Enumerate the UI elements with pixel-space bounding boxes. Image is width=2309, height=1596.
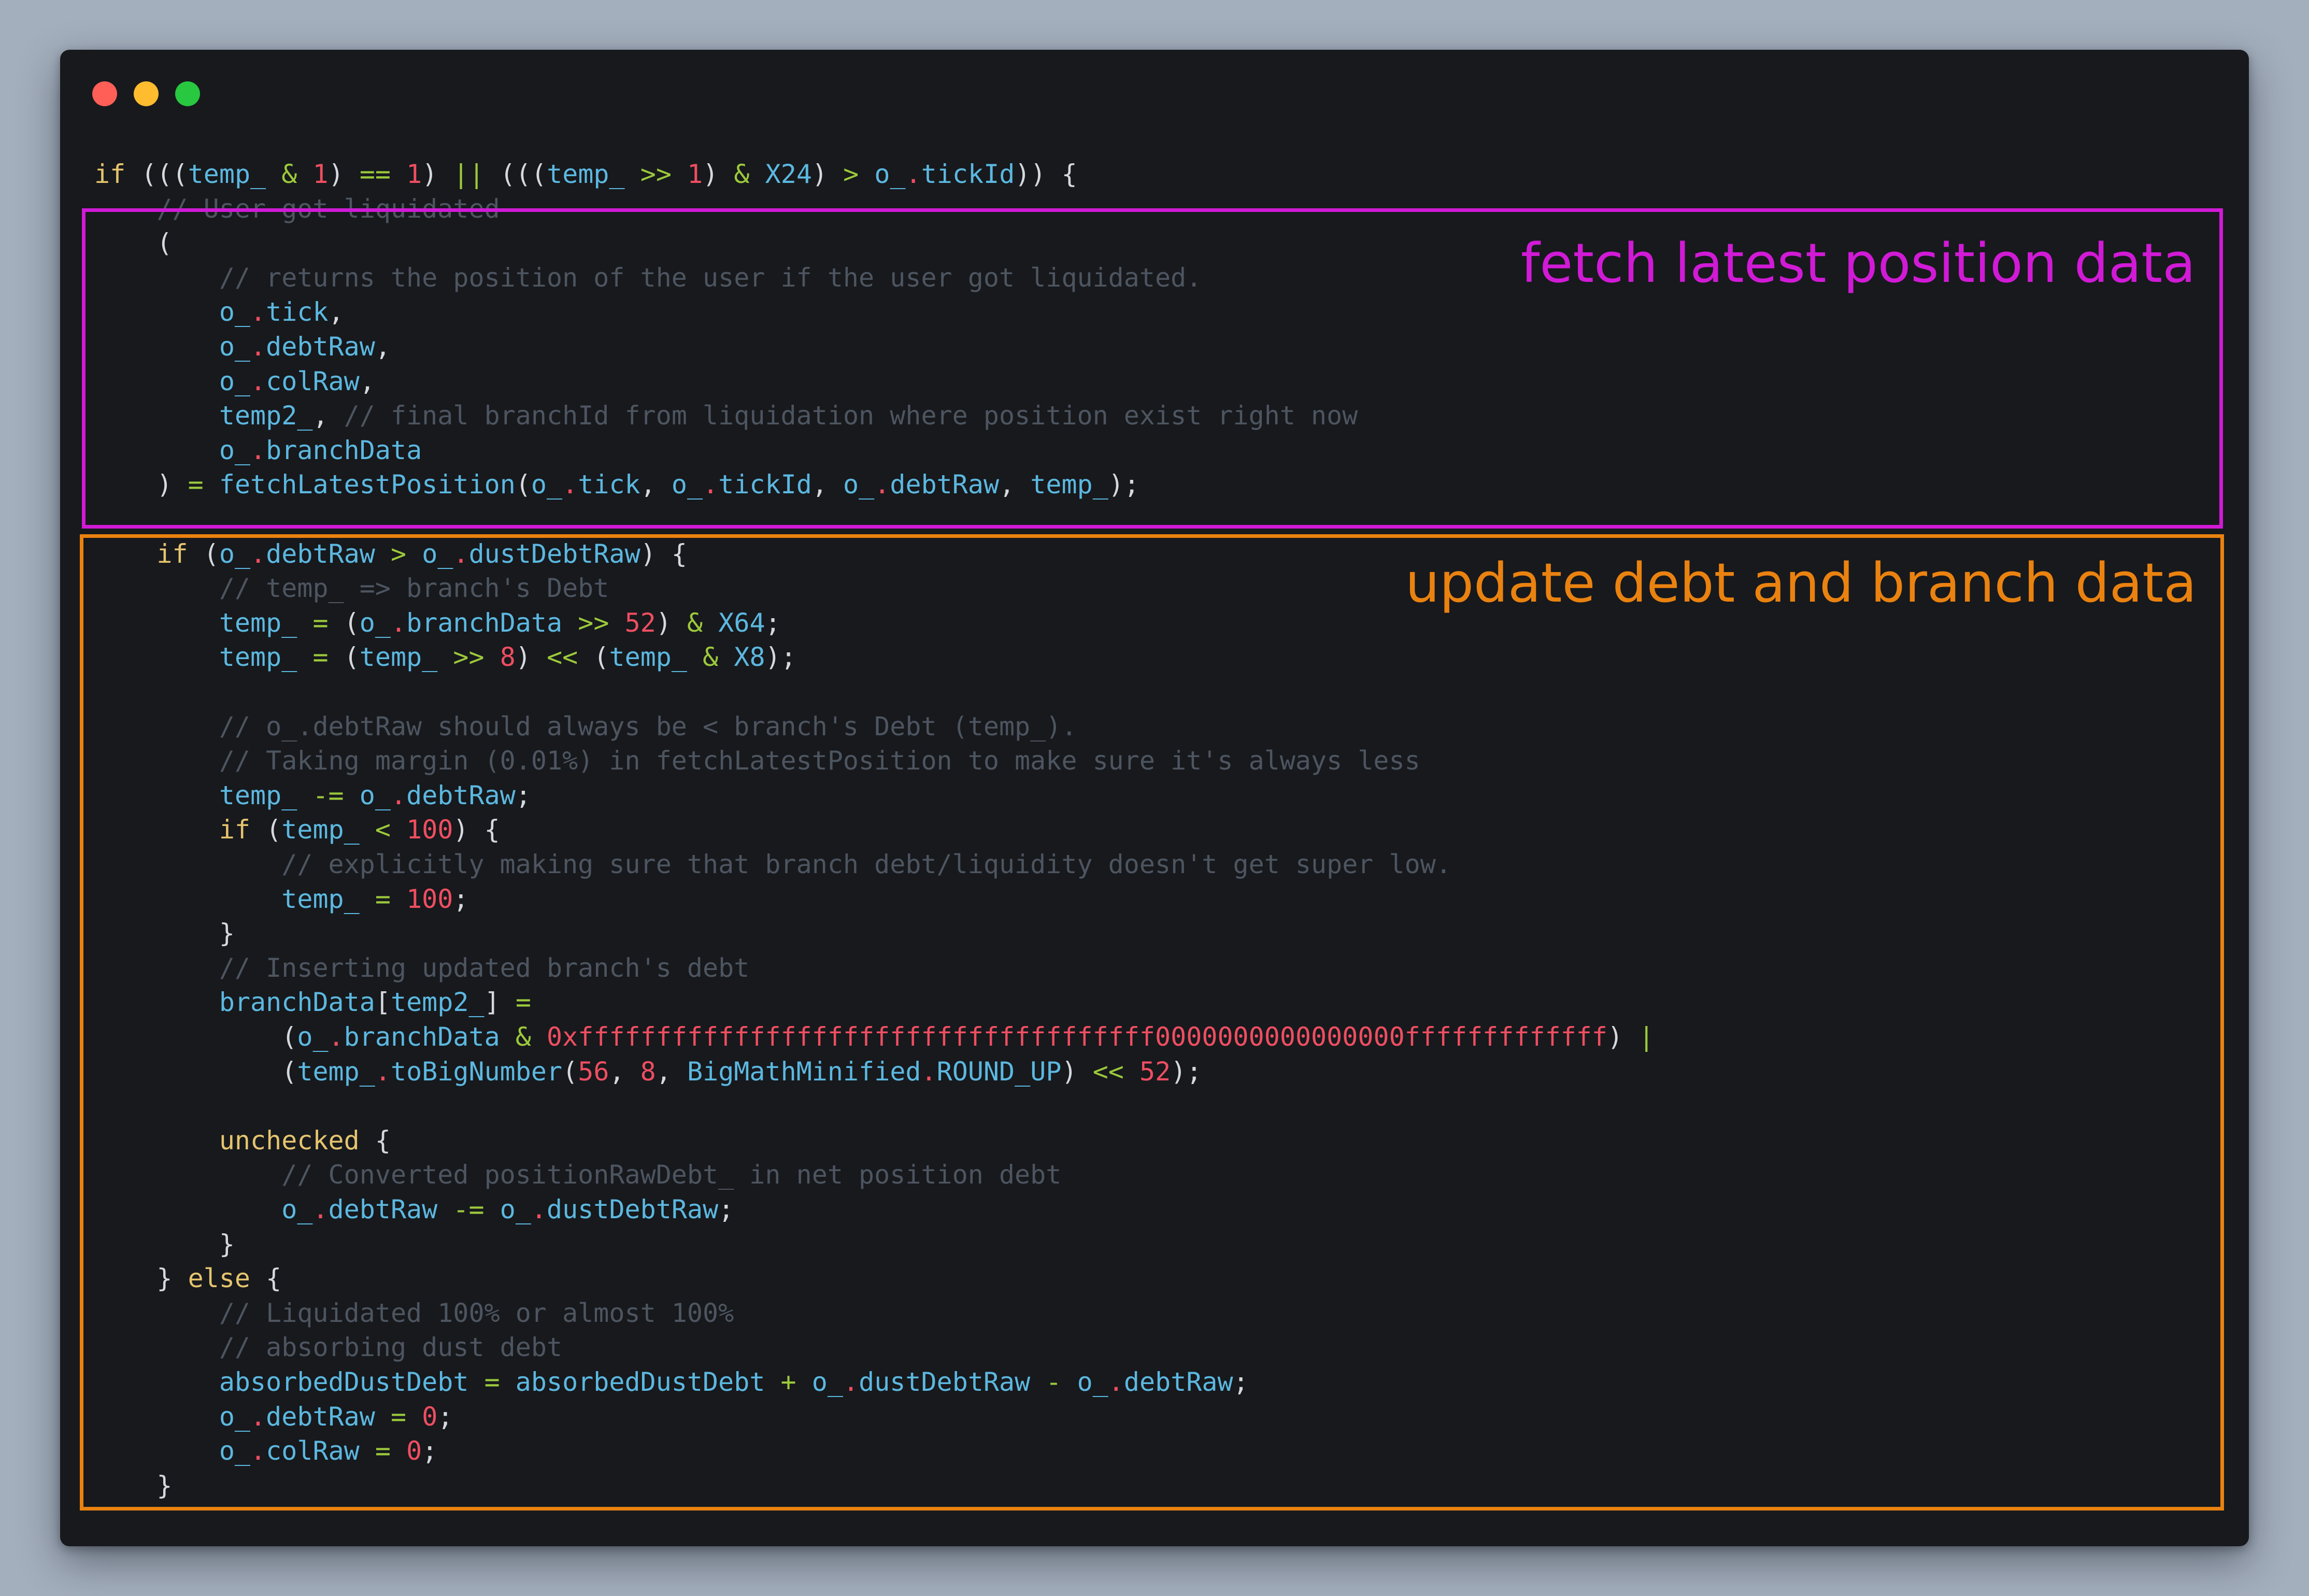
code-token: . bbox=[905, 159, 921, 189]
code-token: ) bbox=[811, 159, 844, 189]
code-token: )) { bbox=[1015, 159, 1077, 189]
code-token: temp_ bbox=[188, 159, 266, 189]
code-token: & bbox=[281, 159, 297, 189]
annotation-box-fetch: fetch latest position data bbox=[82, 208, 2223, 529]
code-window: if (((temp_ & 1) == 1) || (((temp_ >> 1)… bbox=[60, 50, 2249, 1546]
code-token: tickId bbox=[921, 159, 1015, 189]
code-token: ) bbox=[703, 159, 734, 189]
code-token: > bbox=[843, 159, 859, 189]
code-token: if bbox=[94, 159, 126, 189]
code-token: ((( bbox=[484, 159, 547, 189]
code-token: 1 bbox=[312, 159, 329, 189]
code-token: >> bbox=[640, 159, 672, 189]
annotation-label-update: update debt and branch data bbox=[1405, 551, 2197, 615]
code-token: temp_ bbox=[547, 159, 625, 189]
code-token: & bbox=[734, 159, 750, 189]
annotation-box-update: update debt and branch data bbox=[80, 534, 2224, 1510]
code-token: || bbox=[453, 159, 484, 189]
code-token: == bbox=[359, 159, 391, 189]
code-token: 1 bbox=[406, 159, 422, 189]
code-token: ((( bbox=[125, 159, 188, 189]
code-token: 1 bbox=[687, 159, 703, 189]
code-token: X24 bbox=[765, 159, 812, 189]
code-token: ) bbox=[422, 159, 453, 189]
code-token: ) bbox=[328, 159, 360, 189]
code-line: if (((temp_ & 1) == 1) || (((temp_ >> 1)… bbox=[94, 157, 1077, 191]
code-token: o_ bbox=[874, 159, 906, 189]
annotation-label-fetch: fetch latest position data bbox=[1520, 232, 2196, 295]
